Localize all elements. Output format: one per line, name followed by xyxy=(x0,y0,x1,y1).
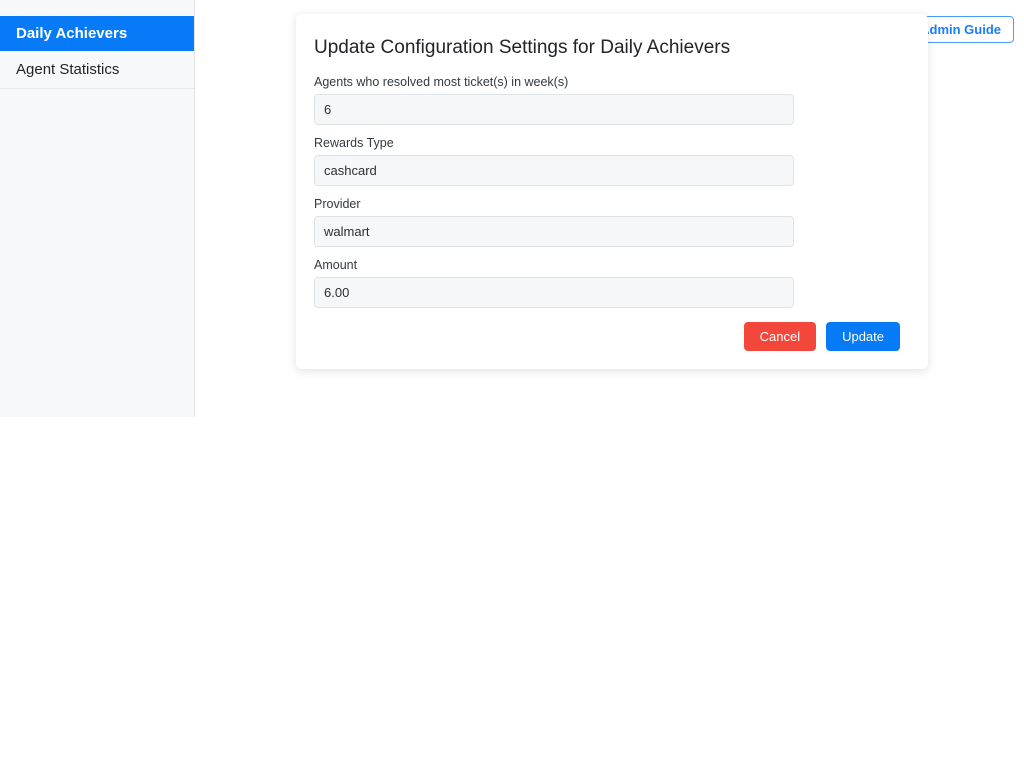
field-provider: Provider xyxy=(314,197,910,247)
provider-input[interactable] xyxy=(314,215,794,247)
card-actions: Cancel Update xyxy=(314,321,910,351)
update-configuration-card: Update Configuration Settings for Daily … xyxy=(296,14,928,369)
cancel-button[interactable]: Cancel xyxy=(743,321,817,351)
app-window: Daily Achievers Agent Statistics Admin G… xyxy=(0,0,1024,768)
sidebar-top-spacer xyxy=(0,0,194,16)
field-agents-resolved-most-tickets: Agents who resolved most ticket(s) in we… xyxy=(314,75,910,125)
admin-guide-label: Admin Guide xyxy=(920,22,1001,37)
amount-input[interactable] xyxy=(314,276,794,308)
field-label: Amount xyxy=(314,257,358,272)
sidebar-item-label: Agent Statistics xyxy=(16,61,120,78)
field-amount: Amount xyxy=(314,258,910,308)
sidebar-item-daily-achievers[interactable]: Daily Achievers xyxy=(0,16,194,51)
update-button[interactable]: Update xyxy=(826,321,900,351)
field-rewards-type: Rewards Type xyxy=(314,136,910,186)
sidebar-item-label: Daily Achievers xyxy=(16,25,128,42)
field-label: Agents who resolved most ticket(s) in we… xyxy=(314,74,569,89)
agents-resolved-weeks-input[interactable] xyxy=(314,93,794,125)
page-title: Update Configuration Settings for Daily … xyxy=(314,37,731,58)
sidebar: Daily Achievers Agent Statistics xyxy=(0,0,195,417)
sidebar-item-agent-statistics[interactable]: Agent Statistics xyxy=(0,51,194,89)
field-label: Provider xyxy=(314,196,361,211)
field-label: Rewards Type xyxy=(314,135,394,150)
rewards-type-input[interactable] xyxy=(314,154,794,186)
